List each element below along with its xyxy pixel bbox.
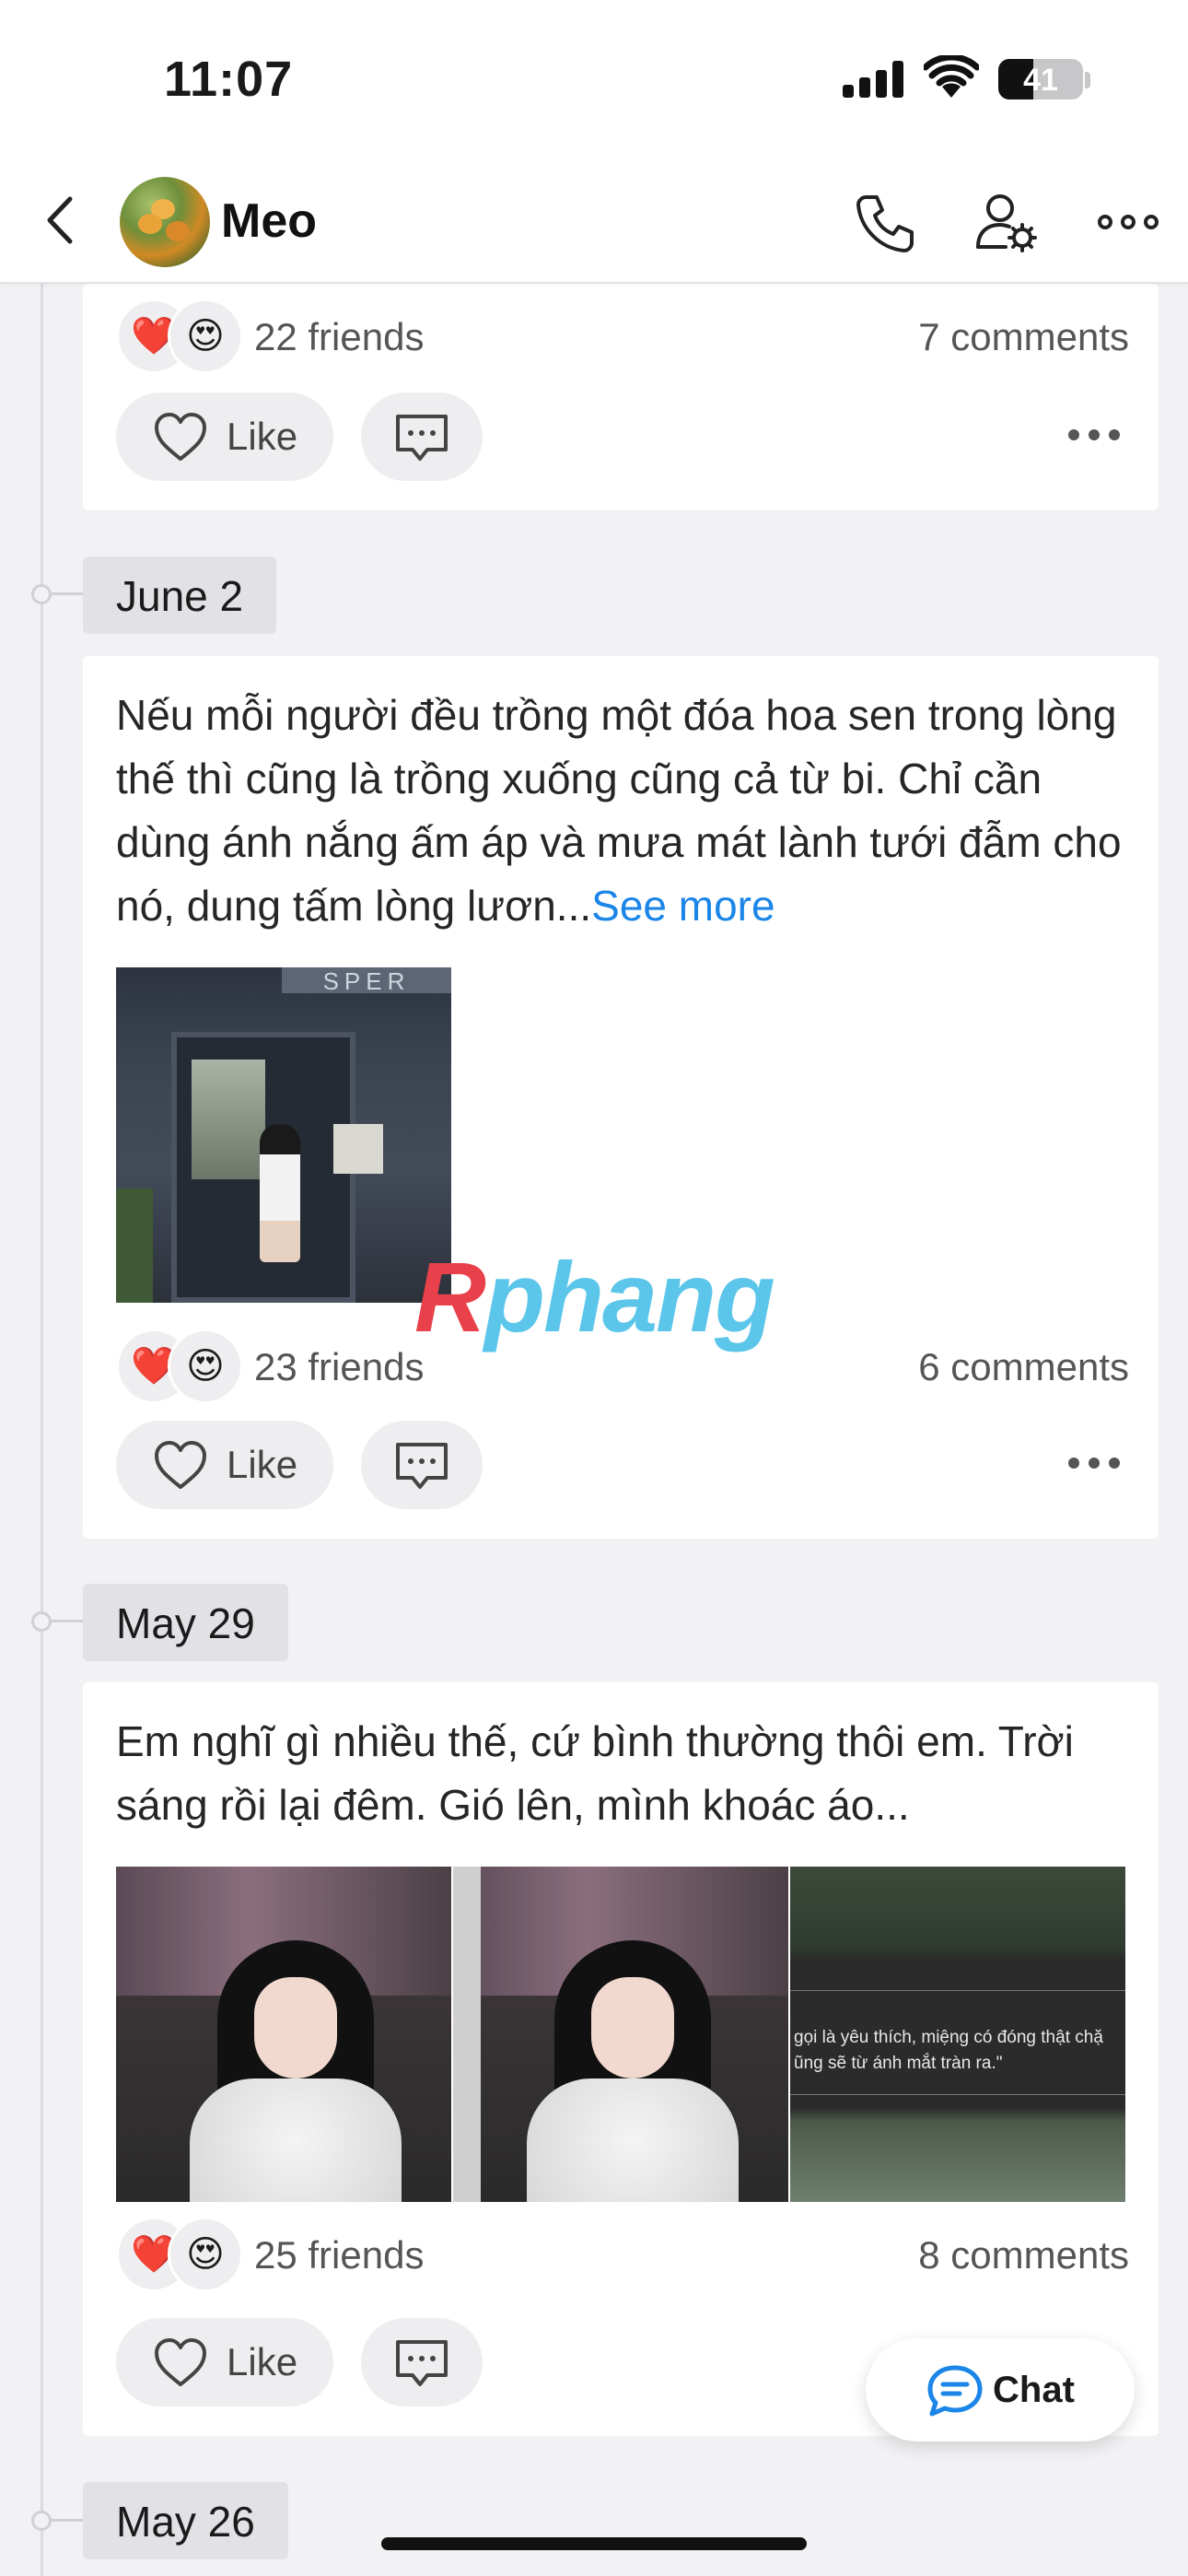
post-photo[interactable] — [116, 1867, 451, 2202]
home-indicator[interactable] — [381, 2537, 807, 2550]
comments-count[interactable]: 7 comments — [918, 315, 1129, 359]
comments-count[interactable]: 8 comments — [918, 2233, 1129, 2277]
post-card: Nếu mỗi người đều trồng một đóa hoa sen … — [83, 656, 1159, 1539]
post-photo[interactable] — [453, 1867, 788, 2202]
battery-icon: 41 — [998, 59, 1083, 100]
post-photo[interactable]: gọi là yêu thích, miệng có đóng thật chặ… — [790, 1867, 1125, 2202]
user-settings-icon[interactable] — [974, 190, 1039, 254]
wifi-icon — [924, 55, 979, 98]
photo-plaque — [333, 1124, 383, 1174]
watermark-part2: phang — [484, 1241, 775, 1352]
photo-tree — [453, 1867, 481, 2202]
photo-window — [192, 1060, 265, 1179]
quote-box: gọi là yêu thích, miệng có đóng thật chặ… — [790, 1990, 1125, 2095]
comment-button[interactable] — [361, 392, 483, 481]
watermark-part1: R — [414, 1241, 486, 1352]
like-label: Like — [227, 1443, 298, 1486]
post-text[interactable]: Em nghĩ gì nhiều thế, cứ bình thường thô… — [116, 1710, 1138, 1837]
phone-icon[interactable] — [853, 190, 917, 254]
post-image-grid: SPER — [116, 967, 451, 1303]
battery-level: 41 — [1023, 63, 1058, 98]
photo-face — [591, 1977, 674, 2078]
reactions-row: ❤️ 😍 22 friends 7 comments — [116, 299, 1129, 374]
timeline-connector — [52, 1620, 83, 1622]
chat-label: Chat — [993, 2370, 1075, 2410]
page-title[interactable]: Meo — [221, 193, 317, 249]
photo-plant — [116, 1188, 153, 1303]
post-card: ❤️ 😍 22 friends 7 comments Like — [83, 284, 1159, 510]
friends-count[interactable]: 25 friends — [254, 2233, 424, 2277]
timeline-dot — [31, 1611, 52, 1632]
timeline-line — [41, 284, 43, 2576]
photo-sweater — [527, 2078, 739, 2202]
back-chevron-icon[interactable] — [33, 188, 88, 252]
post-photo[interactable]: SPER — [116, 967, 451, 1303]
heart-outline-icon — [155, 2338, 206, 2386]
photo-person — [260, 1124, 300, 1262]
chat-header: Meo — [0, 157, 1188, 284]
comment-bubble-icon — [396, 415, 448, 461]
friends-count[interactable]: 23 friends — [254, 1345, 424, 1389]
actions-row: Like — [116, 392, 1129, 481]
date-chip: May 26 — [83, 2482, 288, 2559]
status-bar: 11:07 41 — [0, 0, 1188, 157]
timeline-connector — [52, 592, 83, 595]
photo-sign-text: SPER — [282, 967, 451, 995]
post-card: Em nghĩ gì nhiều thế, cứ bình thường thô… — [83, 1682, 1159, 2436]
photo-sweater — [190, 2078, 402, 2202]
heart-outline-icon — [155, 413, 206, 461]
comment-bubble-icon — [396, 2340, 448, 2386]
cellular-signal-icon — [843, 61, 903, 98]
see-more-link[interactable]: See more — [591, 882, 775, 930]
chat-button[interactable]: Chat — [866, 2338, 1135, 2441]
comment-bubble-icon — [396, 1443, 448, 1489]
comment-button[interactable] — [361, 1421, 483, 1509]
like-button[interactable]: Like — [116, 1421, 333, 1509]
more-horizontal-icon[interactable] — [1096, 190, 1160, 254]
comments-count[interactable]: 6 comments — [918, 1345, 1129, 1389]
reactions-row: ❤️ 😍 25 friends 8 comments — [116, 2217, 1129, 2292]
post-body: Em nghĩ gì nhiều thế, cứ bình thường thô… — [116, 1717, 1074, 1829]
heart-eyes-reaction-icon: 😍 — [168, 1329, 243, 1404]
like-label: Like — [227, 2340, 298, 2383]
heart-eyes-reaction-icon: 😍 — [168, 299, 243, 374]
like-button[interactable]: Like — [116, 392, 333, 481]
post-more-button[interactable] — [1068, 1454, 1124, 1476]
post-text[interactable]: Nếu mỗi người đều trồng một đóa hoa sen … — [116, 684, 1138, 938]
post-image-grid: gọi là yêu thích, miệng có đóng thật chặ… — [116, 1867, 1125, 2202]
like-label: Like — [227, 415, 298, 458]
avatar[interactable] — [120, 177, 210, 267]
date-chip: May 29 — [83, 1584, 288, 1661]
timeline-dot — [31, 2511, 52, 2531]
chat-bubble-icon — [927, 2365, 983, 2417]
friends-count[interactable]: 22 friends — [254, 315, 424, 359]
quote-line: ũng sẽ từ ánh mắt tràn ra." — [794, 2054, 1003, 2073]
timeline-dot — [31, 584, 52, 604]
battery-cap — [1085, 72, 1090, 88]
post-more-button[interactable] — [1068, 426, 1124, 448]
heart-eyes-reaction-icon: 😍 — [168, 2217, 243, 2292]
heart-outline-icon — [155, 1441, 206, 1489]
actions-row: Like — [116, 1421, 1129, 1509]
date-chip: June 2 — [83, 556, 277, 634]
quote-line: gọi là yêu thích, miệng có đóng thật chặ — [794, 2028, 1103, 2047]
timeline-connector — [52, 2519, 83, 2522]
comment-button[interactable] — [361, 2318, 483, 2406]
watermark-logo: Rphang — [414, 1239, 775, 1354]
status-time: 11:07 — [164, 52, 294, 107]
photo-face — [254, 1977, 337, 2078]
like-button[interactable]: Like — [116, 2318, 333, 2406]
